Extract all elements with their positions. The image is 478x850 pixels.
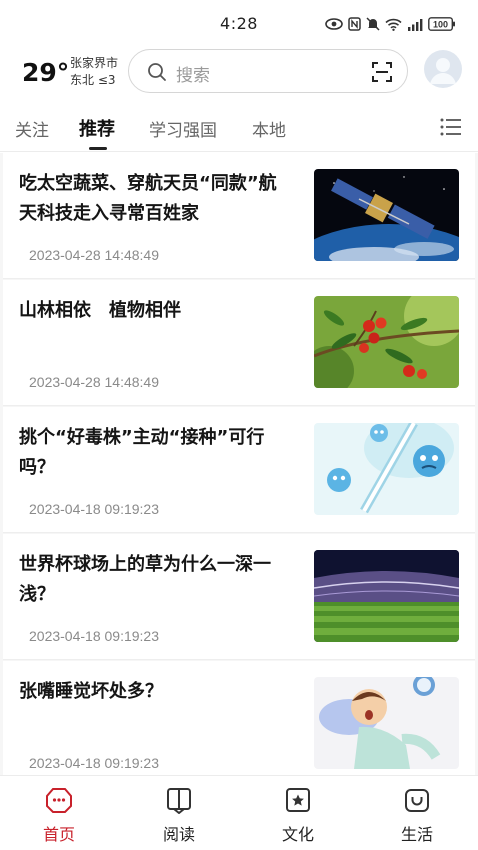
virus-cartoon-image bbox=[314, 423, 459, 515]
scan-icon[interactable] bbox=[371, 61, 393, 83]
nav-culture[interactable]: 文化 bbox=[258, 776, 338, 850]
status-time: 4:28 bbox=[220, 13, 258, 33]
news-thumbnail bbox=[314, 423, 459, 515]
smile-bag-icon bbox=[405, 789, 429, 812]
wifi-icon bbox=[385, 18, 402, 31]
news-time: 2023-04-18 09:19:23 bbox=[29, 501, 159, 517]
top-header: 29° 张家界市 东北 ≤3 搜索 bbox=[0, 46, 478, 98]
star-icon bbox=[286, 788, 310, 812]
news-thumbnail bbox=[314, 677, 459, 769]
news-card[interactable]: 吃太空蔬菜、穿航天员“同款”航天科技走入寻常百姓家 2023-04-28 14:… bbox=[3, 153, 475, 279]
weather-wind: 东北 ≤3 bbox=[70, 73, 116, 87]
tab-follow[interactable]: 关注 bbox=[15, 116, 49, 141]
news-time: 2023-04-18 09:19:23 bbox=[29, 755, 159, 771]
news-card[interactable]: 世界杯球场上的草为什么一深一浅？ 2023-04-18 09:19:23 bbox=[3, 534, 475, 660]
stadium-image bbox=[314, 550, 459, 642]
nav-culture-label: 文化 bbox=[281, 825, 314, 844]
weather-temperature[interactable]: 29° bbox=[22, 58, 69, 87]
home-icon bbox=[46, 788, 72, 813]
nav-life[interactable]: 生活 bbox=[377, 776, 457, 850]
news-title: 吃太空蔬菜、穿航天员“同款”航天科技走入寻常百姓家 bbox=[19, 173, 277, 224]
news-time: 2023-04-18 09:19:23 bbox=[29, 628, 159, 644]
news-feed[interactable]: 吃太空蔬菜、穿航天员“同款”航天科技走入寻常百姓家 2023-04-28 14:… bbox=[0, 153, 478, 775]
news-time: 2023-04-28 14:48:49 bbox=[29, 374, 159, 390]
news-thumbnail bbox=[314, 550, 459, 642]
search-icon bbox=[148, 63, 166, 81]
eye-icon bbox=[325, 18, 343, 30]
search-placeholder: 搜索 bbox=[176, 66, 210, 86]
search-box[interactable]: 搜索 bbox=[128, 49, 408, 93]
news-title: 张嘴睡觉坏处多？ bbox=[19, 681, 163, 702]
weather-city: 张家界市 bbox=[70, 56, 119, 70]
nav-home[interactable]: 首页 bbox=[19, 776, 99, 850]
battery-level: 100 bbox=[433, 20, 448, 30]
nav-reading-label: 阅读 bbox=[162, 825, 195, 844]
nav-reading[interactable]: 阅读 bbox=[139, 776, 219, 850]
user-avatar-icon bbox=[430, 58, 456, 84]
tab-active-indicator bbox=[89, 147, 107, 150]
news-card[interactable]: 挑个“好毒株”主动“接种”可行吗？ 2023-04-18 09:19:23 bbox=[3, 407, 475, 533]
news-time: 2023-04-28 14:48:49 bbox=[29, 247, 159, 263]
news-title: 挑个“好毒株”主动“接种”可行吗？ bbox=[19, 427, 265, 478]
news-thumbnail bbox=[314, 169, 459, 261]
bottom-nav: 首页 阅读 文化 生活 bbox=[0, 775, 478, 850]
book-icon bbox=[167, 788, 191, 814]
news-card[interactable]: 山林相依 植物相伴 2023-04-28 14:48:49 bbox=[3, 280, 475, 406]
news-title: 世界杯球场上的草为什么一深一浅？ bbox=[19, 554, 271, 605]
news-title: 山林相依 植物相伴 bbox=[19, 300, 181, 321]
nav-life-label: 生活 bbox=[400, 825, 433, 844]
nfc-icon bbox=[348, 17, 361, 31]
tab-recommend[interactable]: 推荐 bbox=[79, 115, 115, 141]
sleeping-boy-image bbox=[314, 677, 459, 769]
berries-image bbox=[314, 296, 459, 388]
signal-icon bbox=[408, 18, 423, 31]
avatar[interactable] bbox=[424, 50, 462, 88]
status-icons: 100 bbox=[325, 17, 456, 31]
satellite-image bbox=[314, 169, 459, 261]
channel-tabs: 关注 推荐 学习强国 本地 bbox=[0, 102, 478, 152]
news-card[interactable]: 张嘴睡觉坏处多？ 2023-04-18 09:19:23 bbox=[3, 661, 475, 775]
status-bar: 4:28 100 bbox=[0, 0, 478, 46]
battery-icon: 100 bbox=[428, 17, 455, 31]
news-thumbnail bbox=[314, 296, 459, 388]
nav-home-label: 首页 bbox=[42, 825, 75, 844]
channel-menu-icon[interactable] bbox=[440, 117, 462, 137]
tab-local[interactable]: 本地 bbox=[252, 116, 286, 141]
weather-location[interactable]: 张家界市 东北 ≤3 bbox=[70, 55, 118, 89]
mute-bell-icon bbox=[366, 17, 380, 31]
tab-xuexi-qiangguo[interactable]: 学习强国 bbox=[149, 116, 217, 141]
